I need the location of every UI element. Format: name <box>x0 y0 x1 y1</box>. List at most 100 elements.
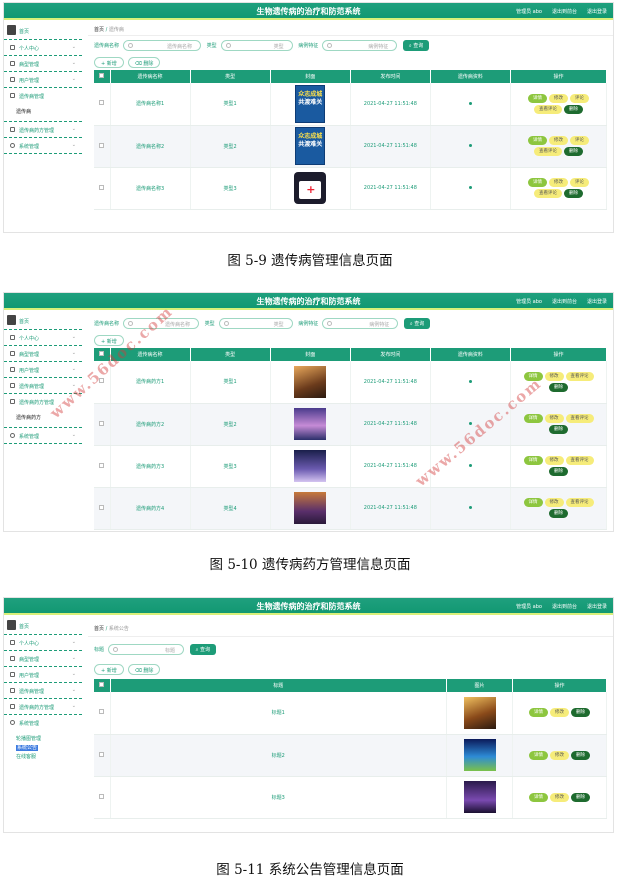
sidebar-item-disease-type[interactable]: 病型管理 ⌄ <box>4 346 82 362</box>
edit-button[interactable]: 修改 <box>549 93 568 103</box>
detail-button[interactable]: 详情 <box>528 93 547 103</box>
delete-button[interactable]: ⌫ 删除 <box>127 664 161 675</box>
detail-button[interactable]: 详情 <box>528 136 547 145</box>
submenu-item-prescription[interactable]: 遗传病药方 <box>16 414 82 423</box>
submenu-item-disease[interactable]: 遗传病 <box>16 108 82 117</box>
back-to-front-link[interactable]: 退出到前台 <box>552 9 577 15</box>
view-comments-button[interactable]: 查看评论 <box>565 414 594 423</box>
comment-button[interactable]: 评论 <box>570 178 589 187</box>
edit-button[interactable]: 修改 <box>550 708 569 718</box>
sidebar-item-prescription[interactable]: 遗传病药方管理 ⌄ <box>4 122 82 138</box>
back-to-front-link[interactable]: 退出到前台 <box>552 299 577 305</box>
detail-button[interactable]: 详情 <box>523 498 543 507</box>
breadcrumb-home[interactable]: 首页 <box>94 626 104 632</box>
delete-row-button[interactable]: 删除 <box>571 792 590 802</box>
sidebar-item-prescription[interactable]: 遗传病药方管理 ⌄ <box>4 699 82 715</box>
sidebar-item-users[interactable]: 用户管理 ⌄ <box>4 667 82 683</box>
edit-button[interactable]: 修改 <box>544 371 564 381</box>
delete-row-button[interactable]: 删除 <box>571 708 590 718</box>
logout-link[interactable]: 退出登录 <box>587 604 607 610</box>
search-input-name[interactable]: 遗传病名称 <box>123 40 202 51</box>
query-button[interactable]: ⌕ 查询 <box>403 318 431 329</box>
row-checkbox[interactable] <box>99 793 105 799</box>
sidebar-item-disease[interactable]: 遗传病管理 <box>4 88 82 104</box>
search-input-type[interactable]: 类型 <box>218 318 293 329</box>
query-button[interactable]: ⌕ 查询 <box>189 644 217 655</box>
row-checkbox[interactable] <box>99 504 105 510</box>
sidebar-item-system[interactable]: 系统管理 ⌄ <box>4 428 82 444</box>
view-comments-button[interactable]: 查看评论 <box>565 456 594 465</box>
comment-button[interactable]: 评论 <box>570 136 589 145</box>
sidebar-item-profile[interactable]: 个人中心 ⌄ <box>4 40 82 56</box>
search-label-type: 类型 <box>206 43 217 49</box>
delete-button[interactable]: ⌫ 删除 <box>127 57 161 68</box>
sidebar-home[interactable]: 首页 <box>4 617 82 635</box>
sidebar-item-profile[interactable]: 个人中心 ⌄ <box>4 330 82 346</box>
detail-button[interactable]: 详情 <box>523 414 543 423</box>
add-button[interactable]: + 新增 <box>94 664 124 675</box>
back-to-front-link[interactable]: 退出到前台 <box>552 604 577 610</box>
sidebar-home[interactable]: 首页 <box>4 22 82 40</box>
logout-link[interactable]: 退出登录 <box>587 9 607 15</box>
delete-row-button[interactable]: 删除 <box>549 467 568 476</box>
select-all-checkbox[interactable] <box>99 682 105 687</box>
sidebar-item-disease-type[interactable]: 病型管理 ⌄ <box>4 651 82 667</box>
sidebar-item-system[interactable]: 系统管理 <box>4 715 82 731</box>
select-all-checkbox[interactable] <box>99 351 105 356</box>
logout-link[interactable]: 退出登录 <box>587 299 607 305</box>
edit-button[interactable]: 修改 <box>544 456 564 465</box>
sidebar-item-system[interactable]: 系统管理 ⌄ <box>4 138 82 154</box>
search-input-title[interactable]: 标题 <box>108 644 185 655</box>
breadcrumb-home[interactable]: 首页 <box>94 27 104 33</box>
delete-row-button[interactable]: 删除 <box>564 189 583 198</box>
sidebar-item-disease-type[interactable]: 病型管理 ⌄ <box>4 56 82 72</box>
view-comments-button[interactable]: 查看评论 <box>534 104 562 114</box>
edit-button[interactable]: 修改 <box>544 498 564 507</box>
submenu-item-support[interactable]: 在线客服 <box>16 753 82 762</box>
delete-row-button[interactable]: 删除 <box>564 147 583 156</box>
row-checkbox[interactable] <box>99 462 105 468</box>
delete-row-button[interactable]: 删除 <box>549 382 568 392</box>
edit-button[interactable]: 修改 <box>544 414 564 423</box>
delete-row-button[interactable]: 删除 <box>564 104 583 114</box>
row-checkbox[interactable] <box>99 751 105 757</box>
select-all-checkbox[interactable] <box>99 73 105 78</box>
submenu-item-announcement[interactable]: 系统公告 <box>16 744 82 753</box>
view-comments-button[interactable]: 查看评论 <box>534 189 562 198</box>
select-all-header[interactable] <box>94 70 111 83</box>
sidebar-item-users[interactable]: 用户管理 ⌄ <box>4 72 82 88</box>
search-input-feature[interactable]: 病例特征 <box>322 40 398 51</box>
sidebar-home[interactable]: 首页 <box>4 312 82 330</box>
detail-button[interactable]: 详情 <box>529 708 548 718</box>
submenu-item-carousel[interactable]: 轮播图管理 <box>16 735 82 744</box>
row-checkbox[interactable] <box>99 184 105 190</box>
data-table: 遗传病名称 类型 封面 发布时间 遗传病资料 操作 遗传病名称1 类型1 众志成… <box>94 70 607 210</box>
search-input-type[interactable]: 类型 <box>220 40 293 51</box>
sidebar-item-disease[interactable]: 遗传病管理 ⌄ <box>4 683 82 699</box>
view-comments-button[interactable]: 查看评论 <box>534 147 562 156</box>
row-checkbox[interactable] <box>99 420 105 426</box>
detail-button[interactable]: 详情 <box>529 792 548 802</box>
view-comments-button[interactable]: 查看评论 <box>565 498 594 507</box>
detail-button[interactable]: 详情 <box>529 750 548 760</box>
sidebar-item-profile[interactable]: 个人中心 ⌄ <box>4 635 82 651</box>
row-checkbox[interactable] <box>99 709 105 715</box>
edit-button[interactable]: 修改 <box>550 750 569 760</box>
select-all-header[interactable] <box>94 679 111 692</box>
edit-button[interactable]: 修改 <box>549 178 568 187</box>
edit-button[interactable]: 修改 <box>549 136 568 145</box>
row-checkbox[interactable] <box>99 100 105 106</box>
edit-button[interactable]: 修改 <box>550 792 569 802</box>
detail-button[interactable]: 详情 <box>528 178 547 187</box>
delete-row-button[interactable]: 删除 <box>549 509 568 518</box>
search-input-feature[interactable]: 病例特征 <box>322 318 399 329</box>
comment-button[interactable]: 评论 <box>570 93 589 103</box>
query-button[interactable]: ⌕ 查询 <box>402 40 430 51</box>
delete-row-button[interactable]: 删除 <box>571 750 590 760</box>
sidebar-item-users[interactable]: 用户管理 ⌄ <box>4 362 82 378</box>
detail-button[interactable]: 详情 <box>523 456 543 465</box>
add-button[interactable]: + 新增 <box>94 57 124 68</box>
row-checkbox[interactable] <box>99 142 105 148</box>
view-comments-button[interactable]: 查看评论 <box>565 371 594 381</box>
delete-row-button[interactable]: 删除 <box>549 425 568 434</box>
